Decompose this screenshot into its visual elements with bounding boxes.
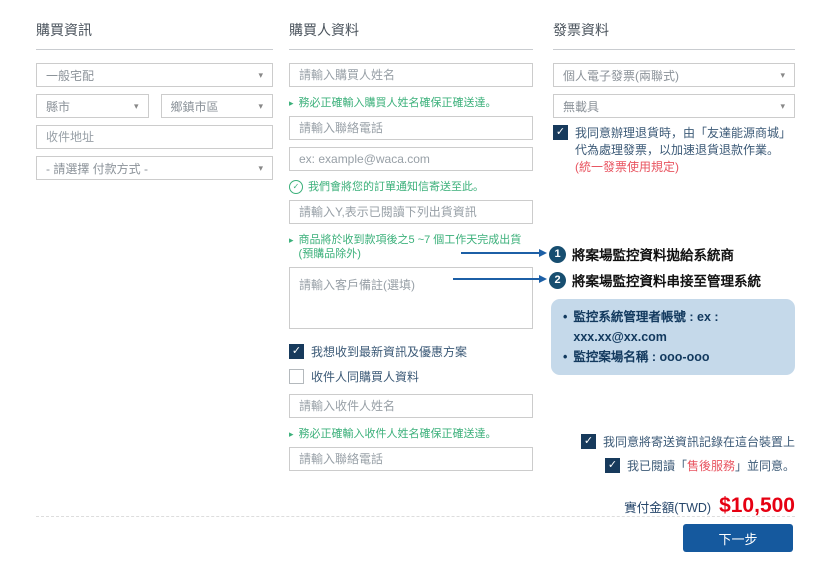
total-label: 實付金額(TWD) (624, 497, 711, 516)
step-1-badge: 1 (549, 246, 566, 263)
shipping-method-value: 一般宅配 (46, 67, 94, 84)
shipping-note: ▸ 商品將於收到款項後之5 ~7 個工作天完成出貨(預購品除外) (289, 233, 533, 261)
footer-agreements: ✓ 我同意將寄送資訊記錄在這台裝置上 ✓ 我已閱讀「售後服務」並同意。 實付金額… (581, 434, 795, 518)
return-agree-checkbox[interactable]: ✓ (553, 125, 568, 140)
district-select[interactable]: 鄉鎮市區 ▾ (161, 94, 274, 118)
arrow-to-step-2 (453, 278, 539, 280)
step-2-badge: 2 (549, 272, 566, 289)
county-select[interactable]: 縣市 ▾ (36, 94, 149, 118)
newsletter-checkbox-row[interactable]: ✓ 我想收到最新資訊及優惠方案 (289, 344, 533, 361)
district-value: 鄉鎮市區 (171, 98, 219, 115)
checkout-page: 購買資訊 一般宅配 ▾ 縣市 ▾ 鄉鎮市區 ▾ - 請選擇 付款方式 - ▾ 購… (0, 0, 817, 570)
arrow-head-icon (539, 249, 547, 257)
terms-prefix: 我已閱讀「 (627, 459, 687, 473)
chevron-down-icon: ▾ (258, 163, 263, 174)
buyer-email-input[interactable] (289, 147, 533, 171)
region-row: 縣市 ▾ 鄉鎮市區 ▾ (36, 94, 273, 125)
read-confirm-input[interactable] (289, 200, 533, 224)
annotation-step-1: 1 將案場監控資料拋給系統商 (549, 244, 734, 264)
arrow-head-icon (539, 275, 547, 283)
chevron-down-icon: ▾ (258, 101, 263, 112)
purchase-info-section: 購買資訊 一般宅配 ▾ 縣市 ▾ 鄉鎮市區 ▾ - 請選擇 付款方式 - ▾ (36, 14, 273, 187)
next-button[interactable]: 下一步 (683, 524, 793, 552)
check-icon: ✓ (608, 460, 617, 471)
payment-method-select[interactable]: - 請選擇 付款方式 - ▾ (36, 156, 273, 180)
step-2-text: 將案場監控資料串接至管理系統 (572, 270, 761, 290)
terms-label: 我已閱讀「售後服務」並同意。 (627, 458, 795, 475)
after-sales-service-link[interactable]: 售後服務 (687, 459, 735, 473)
buyer-name-note: ▸ 務必正確輸入購買人姓名確保正確送達。 (289, 96, 533, 110)
invoice-type-select[interactable]: 個人電子發票(兩聯式) ▾ (553, 63, 795, 87)
info-line: • 監控案場名稱 : ooo-ooo (563, 347, 783, 367)
newsletter-checkbox[interactable]: ✓ (289, 344, 304, 359)
monitor-site-name-text: 監控案場名稱 : ooo-ooo (573, 347, 709, 367)
newsletter-label: 我想收到最新資訊及優惠方案 (311, 344, 467, 361)
annotation-step-2: 2 將案場監控資料串接至管理系統 (549, 270, 761, 290)
buyer-name-note-text: 務必正確輸入購買人姓名確保正確送達。 (299, 96, 497, 110)
monitoring-info-box: • 監控系統管理者帳號 : ex : xxx.xx@xx.com • 監控案場名… (551, 299, 795, 375)
purchase-info-title: 購買資訊 (36, 14, 273, 50)
return-agree-text: 我同意辦理退貨時，由「友達能源商城」代為處理發票，以加速退貨退款作業。 (575, 126, 791, 157)
step-1-text: 將案場監控資料拋給系統商 (572, 244, 734, 264)
customer-remark-textarea[interactable] (289, 267, 533, 329)
address-input[interactable] (36, 125, 273, 149)
info-line: • 監控系統管理者帳號 : ex : xxx.xx@xx.com (563, 307, 783, 347)
device-record-label: 我同意將寄送資訊記錄在這台裝置上 (603, 434, 795, 451)
recipient-phone-input[interactable] (289, 447, 533, 471)
bullet-icon: • (563, 307, 567, 347)
chevron-down-icon: ▾ (258, 70, 263, 81)
device-record-checkbox[interactable]: ✓ (581, 434, 596, 449)
check-icon: ✓ (584, 436, 593, 447)
buyer-info-title: 購買人資料 (289, 14, 533, 50)
county-value: 縣市 (46, 98, 70, 115)
email-note-text: 我們會將您的訂單通知信寄送至此。 (308, 180, 484, 194)
chevron-down-icon: ▾ (780, 70, 785, 81)
buyer-info-section: 購買人資料 ▸ 務必正確輸入購買人姓名確保正確送達。 ✓ 我們會將您的訂單通知信… (289, 14, 533, 478)
invoice-info-title: 發票資料 (553, 14, 795, 50)
invoice-info-section: 發票資料 個人電子發票(兩聯式) ▾ 無載具 ▾ ✓ 我同意辦理退貨時，由「友達… (553, 14, 795, 184)
recipient-name-input[interactable] (289, 394, 533, 418)
note-arrow-icon: ▸ (289, 427, 294, 441)
carrier-select[interactable]: 無載具 ▾ (553, 94, 795, 118)
invoice-rules-link[interactable]: (統一發票使用規定) (575, 160, 679, 174)
note-arrow-icon: ▸ (289, 233, 294, 247)
note-arrow-icon: ▸ (289, 96, 294, 110)
recipient-name-note: ▸ 務必正確輸入收件人姓名確保正確送達。 (289, 427, 533, 441)
return-agree-label: 我同意辦理退貨時，由「友達能源商城」代為處理發票，以加速退貨退款作業。 (統一發… (575, 125, 795, 176)
chevron-down-icon: ▾ (134, 101, 139, 112)
total-amount: $10,500 (719, 494, 795, 518)
check-icon: ✓ (556, 127, 565, 138)
email-note: ✓ 我們會將您的訂單通知信寄送至此。 (289, 180, 533, 194)
recipient-name-note-text: 務必正確輸入收件人姓名確保正確送達。 (299, 427, 497, 441)
circle-check-icon: ✓ (289, 180, 303, 194)
terms-checkbox[interactable]: ✓ (605, 458, 620, 473)
carrier-value: 無載具 (563, 98, 599, 115)
dotted-divider (36, 516, 795, 517)
shipping-note-text: 商品將於收到款項後之5 ~7 個工作天完成出貨(預購品除外) (299, 233, 533, 261)
return-agree-checkbox-row[interactable]: ✓ 我同意辦理退貨時，由「友達能源商城」代為處理發票，以加速退貨退款作業。 (統… (553, 125, 795, 176)
check-icon: ✓ (292, 346, 301, 357)
invoice-type-value: 個人電子發票(兩聯式) (563, 67, 679, 84)
chevron-down-icon: ▾ (780, 101, 785, 112)
total-row: 實付金額(TWD) $10,500 (624, 494, 795, 518)
shipping-method-select[interactable]: 一般宅配 ▾ (36, 63, 273, 87)
terms-checkbox-row[interactable]: ✓ 我已閱讀「售後服務」並同意。 (605, 458, 795, 475)
buyer-phone-input[interactable] (289, 116, 533, 140)
terms-suffix: 」並同意。 (735, 459, 795, 473)
same-as-buyer-checkbox[interactable] (289, 369, 304, 384)
same-as-buyer-label: 收件人同購買人資料 (311, 369, 419, 386)
payment-method-value: - 請選擇 付款方式 - (46, 160, 148, 177)
bullet-icon: • (563, 347, 567, 367)
monitor-account-text: 監控系統管理者帳號 : ex : xxx.xx@xx.com (573, 307, 783, 347)
same-as-buyer-checkbox-row[interactable]: 收件人同購買人資料 (289, 369, 533, 386)
buyer-name-input[interactable] (289, 63, 533, 87)
device-record-checkbox-row[interactable]: ✓ 我同意將寄送資訊記錄在這台裝置上 (581, 434, 795, 451)
arrow-to-step-1 (461, 252, 539, 254)
